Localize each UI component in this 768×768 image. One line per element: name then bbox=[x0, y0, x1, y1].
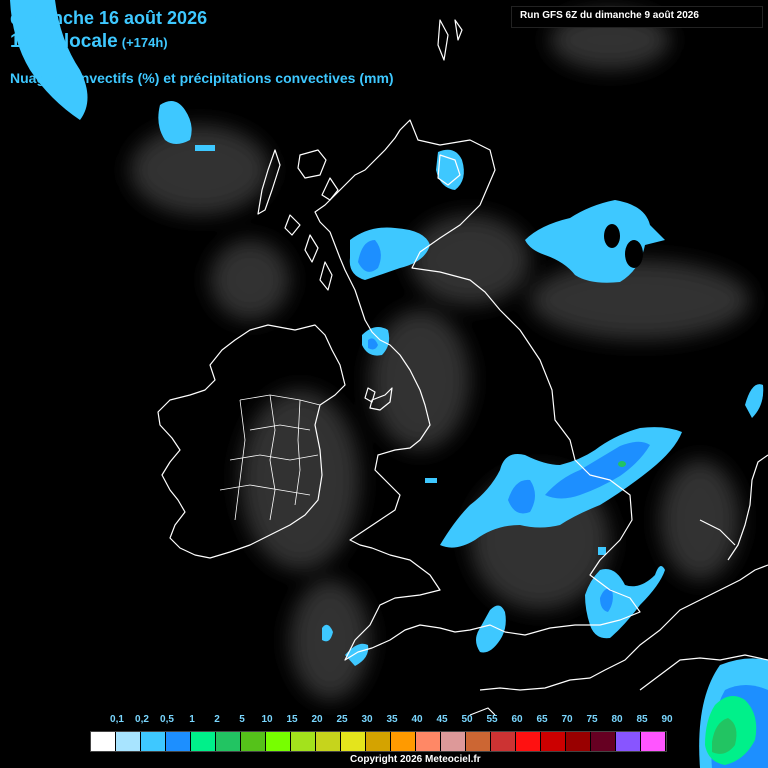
legend-label: 60 bbox=[511, 714, 523, 725]
legend-label: 2 bbox=[214, 714, 220, 725]
legend-swatch bbox=[366, 732, 391, 751]
legend-label: 30 bbox=[361, 714, 373, 725]
run-label: Run GFS 6Z du dimanche 9 août 2026 bbox=[520, 10, 699, 21]
legend-swatch bbox=[391, 732, 416, 751]
legend-label: 55 bbox=[486, 714, 498, 725]
precip-area-southeast bbox=[585, 566, 665, 639]
legend-labels: 0,1 0,2 0,5 1 2 5 10 15 20 25 30 35 40 45 50 55 60 65 70 75… bbox=[90, 714, 673, 728]
legend-label: 70 bbox=[561, 714, 573, 725]
legend-swatch bbox=[416, 732, 441, 751]
legend-label: 75 bbox=[586, 714, 598, 725]
legend-label: 5 bbox=[239, 714, 245, 725]
legend-swatch bbox=[441, 732, 466, 751]
precip-area-east bbox=[745, 384, 764, 418]
legend-label: 40 bbox=[411, 714, 423, 725]
precip-area-channel bbox=[476, 605, 506, 653]
legend-label: 80 bbox=[611, 714, 623, 725]
copyright: Copyright 2026 Meteociel.fr bbox=[350, 754, 481, 765]
legend-swatch bbox=[291, 732, 316, 751]
local-time: 14:00 locale bbox=[10, 31, 118, 52]
legend-swatch bbox=[541, 732, 566, 751]
legend-label: 0,5 bbox=[160, 714, 174, 725]
legend-label: 0,1 bbox=[110, 714, 124, 725]
legend-label: 90 bbox=[661, 714, 673, 725]
legend-swatch bbox=[616, 732, 641, 751]
legend-label: 0,2 bbox=[135, 714, 149, 725]
legend-swatch bbox=[91, 732, 116, 751]
legend-color-bar bbox=[90, 731, 667, 752]
legend-label: 20 bbox=[311, 714, 323, 725]
legend-label: 85 bbox=[636, 714, 648, 725]
legend-swatch bbox=[216, 732, 241, 751]
legend-label: 65 bbox=[536, 714, 548, 725]
legend-label: 45 bbox=[436, 714, 448, 725]
legend-swatch bbox=[241, 732, 266, 751]
legend-label: 35 bbox=[386, 714, 398, 725]
legend-label: 1 bbox=[189, 714, 195, 725]
weather-map bbox=[10, 0, 768, 768]
lead-time: (+174h) bbox=[121, 35, 168, 50]
legend-swatch bbox=[466, 732, 491, 751]
legend-label: 10 bbox=[261, 714, 273, 725]
legend-swatch bbox=[166, 732, 191, 751]
legend-swatch bbox=[491, 732, 516, 751]
legend-swatch bbox=[266, 732, 291, 751]
legend-swatch bbox=[641, 732, 666, 751]
legend-swatch bbox=[341, 732, 366, 751]
legend-swatch bbox=[591, 732, 616, 751]
legend-swatch bbox=[566, 732, 591, 751]
legend-swatch bbox=[191, 732, 216, 751]
parameter-title: Nuages convectifs (%) et précipitations … bbox=[10, 70, 394, 86]
legend-label: 50 bbox=[461, 714, 473, 725]
legend-swatch bbox=[116, 732, 141, 751]
legend-swatch bbox=[141, 732, 166, 751]
forecast-time: 14:00 locale (+174h) bbox=[10, 31, 168, 53]
legend-label: 25 bbox=[336, 714, 348, 725]
cloud-cover-layer bbox=[130, 10, 750, 700]
legend-label: 15 bbox=[286, 714, 298, 725]
legend-swatch bbox=[316, 732, 341, 751]
legend-swatch bbox=[516, 732, 541, 751]
forecast-date: dimanche 16 août 2026 bbox=[10, 8, 208, 28]
